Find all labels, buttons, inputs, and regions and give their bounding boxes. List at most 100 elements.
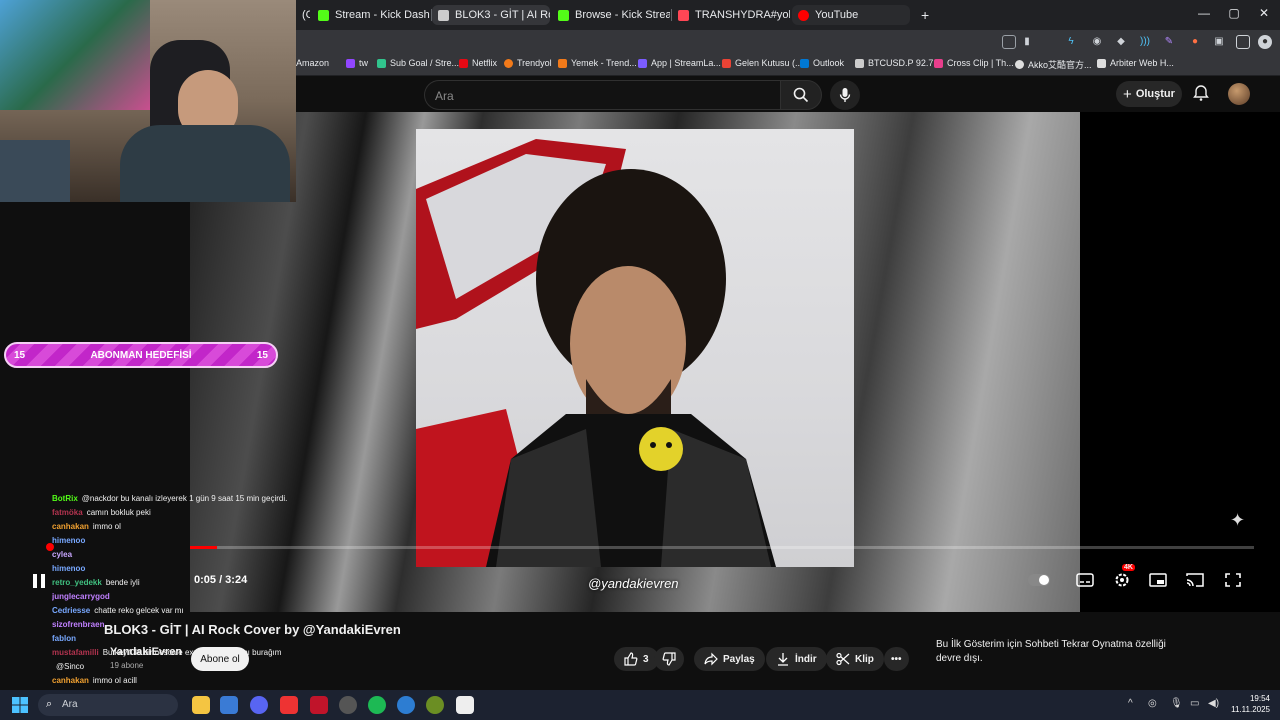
pause-icon[interactable]: [30, 572, 48, 590]
bookmark-streamlabs[interactable]: App | StreamLa...: [638, 58, 721, 68]
app-icon[interactable]: [310, 696, 328, 714]
spotify-icon[interactable]: [368, 696, 386, 714]
extension-icon[interactable]: ◉: [1090, 35, 1104, 49]
tab-kick-dashboard[interactable]: Stream - Kick Dashboard: [312, 5, 430, 25]
subscribe-button[interactable]: Abone ol: [191, 647, 249, 671]
extension-icon[interactable]: ))): [1138, 35, 1152, 49]
extension-icon[interactable]: ●: [1188, 35, 1202, 49]
trendyol-icon: [504, 58, 513, 68]
bookmark-akko[interactable]: Akko艾酷官方...: [1015, 58, 1092, 71]
miniplayer-icon[interactable]: [1148, 572, 1168, 588]
tab-label: BLOK3 - GİT | AI Rock Cove: [455, 9, 550, 21]
reader-icon[interactable]: [1002, 35, 1016, 49]
taskbar-search[interactable]: Ara: [38, 694, 178, 716]
tray-app-icon[interactable]: ◎: [1148, 698, 1157, 709]
volume-icon[interactable]: ◀): [1208, 698, 1219, 709]
youtube-header: Ara + Oluştur: [296, 76, 1280, 112]
create-button[interactable]: + Oluştur: [1116, 81, 1182, 107]
like-button[interactable]: 3: [614, 647, 659, 671]
minimize-button[interactable]: —: [1190, 6, 1218, 20]
sub-goal-bar: 15 ABONMAN HEDEFİSİ 15: [4, 342, 278, 368]
create-label: Oluştur: [1135, 88, 1175, 100]
tab-youtube[interactable]: YouTube: [792, 5, 910, 25]
clip-button[interactable]: Klip: [826, 647, 884, 671]
bookmark-btc[interactable]: BTCUSD.P 92.7...: [855, 58, 941, 68]
app-icon[interactable]: [339, 696, 357, 714]
file-explorer-icon[interactable]: [192, 696, 210, 714]
tab-kick-browse[interactable]: Browse - Kick Streaming: [552, 5, 670, 25]
tab-label: YouTube: [815, 9, 859, 21]
cast-icon[interactable]: [1185, 572, 1205, 588]
chat-text: bende iyli: [105, 578, 140, 587]
share-icon: [704, 652, 718, 666]
extension-icon[interactable]: ▣: [1212, 35, 1226, 49]
close-button[interactable]: ✕: [1250, 6, 1278, 20]
chevron-up-icon[interactable]: ^: [1128, 698, 1133, 709]
tab-tracker[interactable]: TRANSHYDRA#yolo's Valor: [672, 5, 790, 25]
bookmark-yemek[interactable]: Yemek - Trend...: [558, 58, 637, 68]
app-icon[interactable]: [397, 696, 415, 714]
microphone-icon[interactable]: 🎙: [1170, 698, 1183, 709]
voice-search-button[interactable]: [830, 80, 860, 110]
chat-message: junglecarrygod: [52, 590, 302, 604]
sparkle-icon: ✦: [1230, 510, 1246, 530]
bookmark-arbiter[interactable]: Arbiter Web H...: [1097, 58, 1174, 68]
chat-text: chatte reko gelcek var mı: [94, 606, 184, 615]
tab-label: Stream - Kick Dashboard: [335, 9, 430, 21]
profile-icon[interactable]: ●: [1258, 35, 1272, 49]
extension-icon[interactable]: ✎: [1162, 35, 1176, 49]
bell-icon[interactable]: [1192, 84, 1210, 102]
chat-message: himenoo: [52, 562, 302, 576]
tab-blok3[interactable]: BLOK3 - GİT | AI Rock Cove: [432, 5, 550, 25]
extension-icon[interactable]: ◆: [1114, 35, 1128, 49]
share-label: Paylaş: [723, 653, 755, 665]
bookmark-outlook[interactable]: Outlook: [800, 58, 844, 68]
chat-text: @nackdor bu kanalı izleyerek 1 gün 9 saa…: [81, 494, 288, 503]
windows-start-icon[interactable]: [12, 697, 28, 713]
bookmark-gmail[interactable]: Gelen Kutusu (...: [722, 58, 803, 68]
bookmark-label: Trendyol: [517, 58, 552, 68]
bookmark-netflix[interactable]: Netflix: [459, 58, 497, 68]
bookmark-tw[interactable]: tw: [346, 58, 368, 68]
extension-icon[interactable]: ϟ: [1064, 35, 1078, 49]
video-caption: @yandakievren: [588, 576, 679, 591]
chat-username: fablon: [52, 634, 76, 643]
download-icon: [778, 653, 788, 666]
search-input[interactable]: Ara: [424, 80, 780, 110]
share-button[interactable]: Paylaş: [694, 647, 765, 671]
dislike-button[interactable]: [654, 647, 684, 671]
bookmark-trendyol[interactable]: Trendyol: [504, 58, 552, 68]
clock-time: 19:54: [1249, 694, 1270, 703]
obs-icon[interactable]: [456, 696, 474, 714]
tab-partial[interactable]: (G: [296, 5, 310, 25]
chat-username: himenoo: [52, 536, 86, 545]
fullscreen-icon[interactable]: [1223, 572, 1243, 588]
bookmark-amazon[interactable]: Amazon: [296, 58, 329, 68]
settings-icon[interactable]: [1112, 572, 1132, 588]
channel-name[interactable]: YandakiEvren: [110, 646, 182, 658]
bookmark-icon[interactable]: ▮: [1020, 35, 1034, 49]
autoplay-toggle[interactable]: [1028, 574, 1050, 586]
vivaldi-icon[interactable]: [280, 696, 298, 714]
maximize-button[interactable]: ▢: [1220, 6, 1248, 20]
tab-label: Browse - Kick Streaming: [575, 9, 670, 21]
more-actions-button[interactable]: •••: [884, 647, 909, 671]
video-player[interactable]: @yandakievren ✦ 0:05 / 3:24 4K: [190, 112, 1280, 612]
subtitles-icon[interactable]: [1075, 572, 1095, 588]
bookmark-crossclip[interactable]: Cross Clip | Th...: [934, 58, 1014, 68]
progress-bar[interactable]: [190, 546, 1254, 549]
extensions-menu-icon[interactable]: [1236, 35, 1250, 49]
chat-text: @Sinco: [56, 662, 85, 671]
download-button[interactable]: İndir: [766, 647, 827, 671]
search-button[interactable]: [780, 80, 822, 110]
app-icon[interactable]: [426, 696, 444, 714]
avatar[interactable]: [1228, 83, 1250, 105]
network-icon[interactable]: ▭: [1190, 698, 1199, 709]
new-tab-button[interactable]: +: [915, 5, 935, 25]
discord-icon[interactable]: [250, 696, 268, 714]
store-icon[interactable]: [220, 696, 238, 714]
taskbar-clock[interactable]: 19:54 11.11.2025: [1226, 693, 1270, 715]
chat-username: junglecarrygod: [52, 592, 110, 601]
bookmark-subgoal[interactable]: Sub Goal / Stre...: [377, 58, 459, 68]
youtube-icon: [798, 9, 809, 21]
